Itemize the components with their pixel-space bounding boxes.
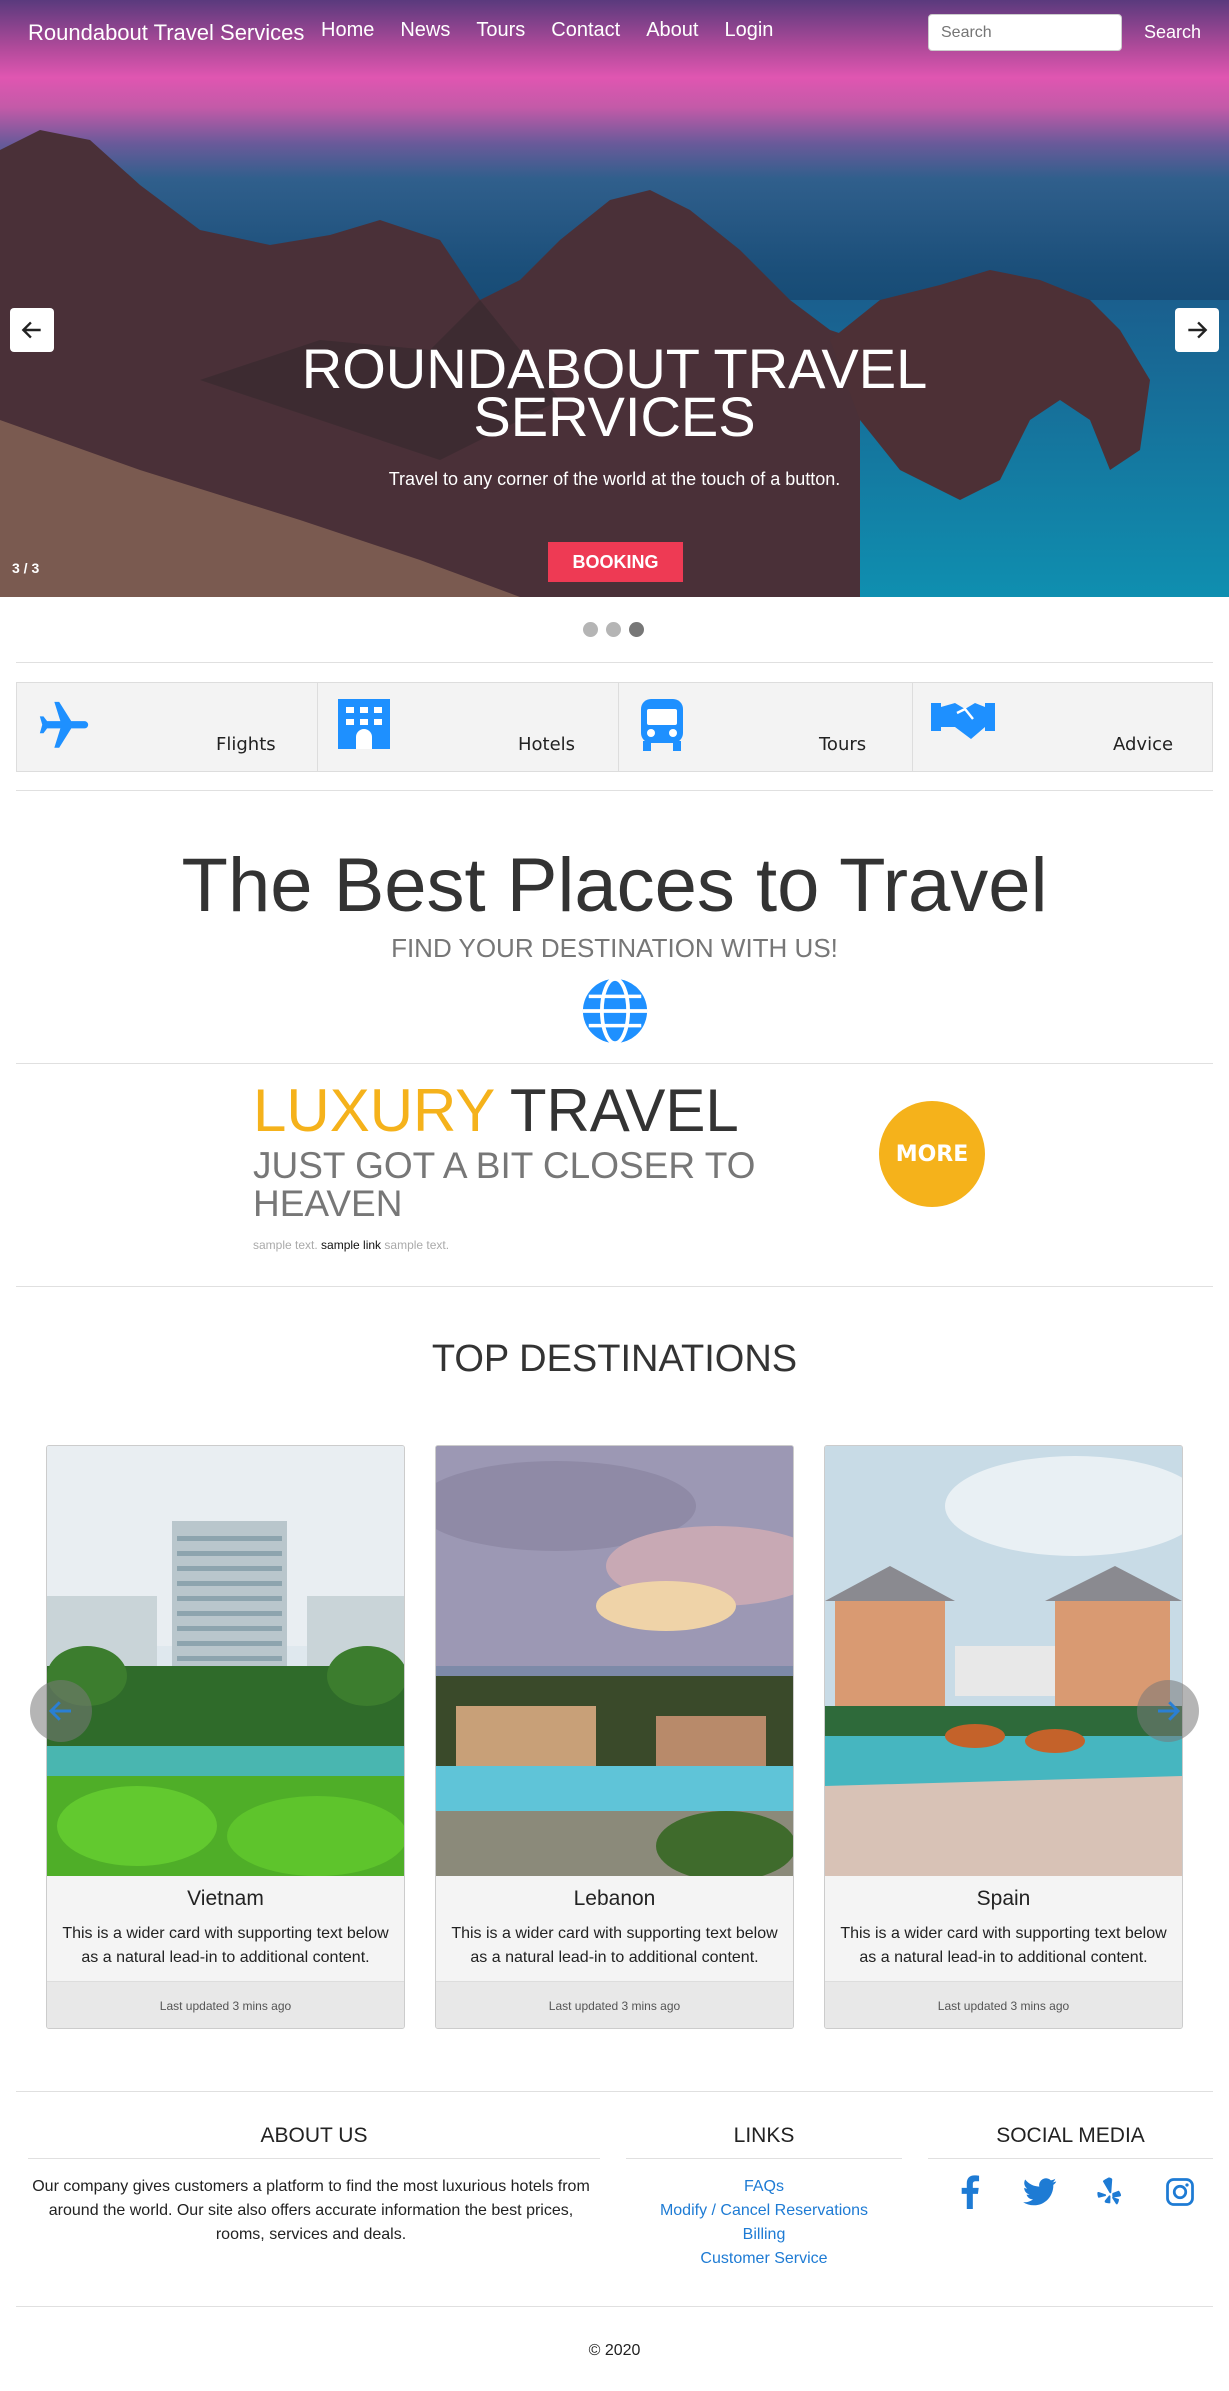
plane-icon (39, 701, 89, 748)
slide-counter: 3 / 3 (12, 560, 40, 576)
link-modify-cancel[interactable]: Modify / Cancel Reservations (640, 2199, 888, 2223)
card-title: Lebanon (573, 1887, 656, 1910)
spain-resort-image (825, 1446, 1182, 1876)
twitter-icon[interactable] (1020, 2172, 1060, 2212)
cards-next-button[interactable] (1137, 1680, 1199, 1742)
divider (16, 2306, 1213, 2307)
more-button[interactable]: MORE (879, 1101, 985, 1207)
instagram-icon[interactable] (1160, 2172, 1200, 2212)
service-advice[interactable]: Advice (913, 683, 1212, 771)
footer-links: FAQs Modify / Cancel Reservations Billin… (640, 2175, 888, 2271)
hero-carousel: Roundabout Travel Services Home News Tou… (0, 0, 1229, 597)
arrow-left-icon (21, 321, 41, 339)
arrow-right-icon (1158, 1701, 1181, 1721)
yelp-icon[interactable] (1090, 2172, 1130, 2212)
hero-title: ROUNDABOUT TRAVEL SERVICES (0, 341, 1229, 448)
destination-card-lebanon[interactable]: Lebanon This is a wider card with suppor… (435, 1445, 794, 2029)
service-hotels[interactable]: Hotels (318, 683, 619, 771)
handshake-icon (931, 703, 995, 739)
carousel-dot-3[interactable] (629, 622, 644, 637)
luxury-subheading: JUST GOT A BIT CLOSER TO HEAVEN (253, 1145, 756, 1224)
bus-icon (641, 699, 683, 751)
nav-link-about[interactable]: About (646, 19, 698, 42)
sample-text-after: sample text. (381, 1238, 450, 1252)
card-title: Vietnam (187, 1887, 264, 1910)
top-navbar: Roundabout Travel Services Home News Tou… (0, 0, 1229, 66)
divider (16, 2091, 1213, 2092)
services-bar: Flights Hotels Tours Advice (16, 682, 1213, 772)
card-text: This is a wider card with supporting tex… (451, 1925, 778, 1966)
social-icons (950, 2172, 1200, 2212)
carousel-indicators (583, 622, 644, 637)
footer-divider (28, 2158, 600, 2159)
service-label: Hotels (518, 734, 576, 755)
hotel-icon (338, 699, 390, 749)
nav-link-tours[interactable]: Tours (476, 19, 525, 42)
nav-link-news[interactable]: News (400, 19, 450, 42)
luxury-rest-word: TRAVEL (494, 1077, 739, 1144)
links-heading: LINKS (733, 2124, 795, 2147)
social-media-heading: SOCIAL MEDIA (996, 2124, 1145, 2147)
sample-text-before: sample text. (253, 1238, 322, 1252)
card-footer: Last updated 3 mins ago (825, 1981, 1182, 2028)
top-destinations-title: TOP DESTINATIONS (431, 1338, 798, 1380)
luxury-heading: LUXURY TRAVEL (253, 1076, 739, 1145)
card-footer: Last updated 3 mins ago (47, 1981, 404, 2028)
facebook-icon[interactable] (950, 2172, 990, 2212)
about-us-heading: ABOUT US (260, 2124, 368, 2147)
best-places-title: The Best Places to Travel (181, 843, 1048, 928)
link-billing[interactable]: Billing (640, 2223, 888, 2247)
about-us-text: Our company gives customers a platform t… (32, 2178, 590, 2243)
globe-icon (582, 977, 648, 1045)
brand-logo-text[interactable]: Roundabout Travel Services (28, 20, 304, 46)
nav-links: Home News Tours Contact About Login (321, 19, 799, 42)
divider (16, 790, 1213, 791)
destination-card-vietnam[interactable]: Vietnam This is a wider card with suppor… (46, 1445, 405, 2029)
luxury-accent-word: LUXURY (253, 1077, 495, 1144)
card-footer: Last updated 3 mins ago (436, 1981, 793, 2028)
service-label: Tours (819, 734, 867, 755)
lebanon-resort-image (436, 1446, 793, 1876)
divider (16, 1063, 1213, 1064)
service-tours[interactable]: Tours (619, 683, 913, 771)
search-input[interactable] (928, 14, 1122, 51)
best-places-subtitle: FIND YOUR DESTINATION WITH US! (391, 933, 838, 963)
hero-subtitle: Travel to any corner of the world at the… (388, 469, 841, 489)
card-text: This is a wider card with supporting tex… (840, 1925, 1167, 1966)
copyright-text: © 2020 (588, 2342, 641, 2359)
arrow-right-icon (1188, 321, 1208, 339)
nav-link-contact[interactable]: Contact (551, 19, 620, 42)
hero-background-image (0, 130, 1229, 597)
service-flights[interactable]: Flights (17, 683, 318, 771)
footer-divider (928, 2158, 1213, 2159)
service-label: Advice (1113, 734, 1174, 755)
booking-button[interactable]: BOOKING (548, 542, 683, 582)
hero-title-line2: SERVICES (473, 385, 756, 448)
search-button[interactable]: Search (1144, 22, 1201, 43)
nav-link-login[interactable]: Login (724, 19, 773, 42)
arrow-left-icon (48, 1701, 71, 1721)
luxury-sample-text: sample text. sample link sample text. (253, 1238, 449, 1252)
link-faqs[interactable]: FAQs (640, 2175, 888, 2199)
divider (16, 662, 1213, 663)
nav-link-home[interactable]: Home (321, 19, 374, 42)
card-text: This is a wider card with supporting tex… (62, 1925, 389, 1966)
link-customer-service[interactable]: Customer Service (640, 2247, 888, 2271)
divider (16, 1286, 1213, 1287)
vietnam-hotel-image (47, 1446, 404, 1876)
service-label: Flights (216, 734, 276, 755)
footer-divider (626, 2158, 902, 2159)
card-title: Spain (976, 1887, 1031, 1910)
carousel-dot-1[interactable] (583, 622, 598, 637)
carousel-dot-2[interactable] (606, 622, 621, 637)
sample-link[interactable]: sample link (321, 1238, 381, 1252)
cards-prev-button[interactable] (30, 1680, 92, 1742)
destination-card-spain[interactable]: Spain This is a wider card with supporti… (824, 1445, 1183, 2029)
